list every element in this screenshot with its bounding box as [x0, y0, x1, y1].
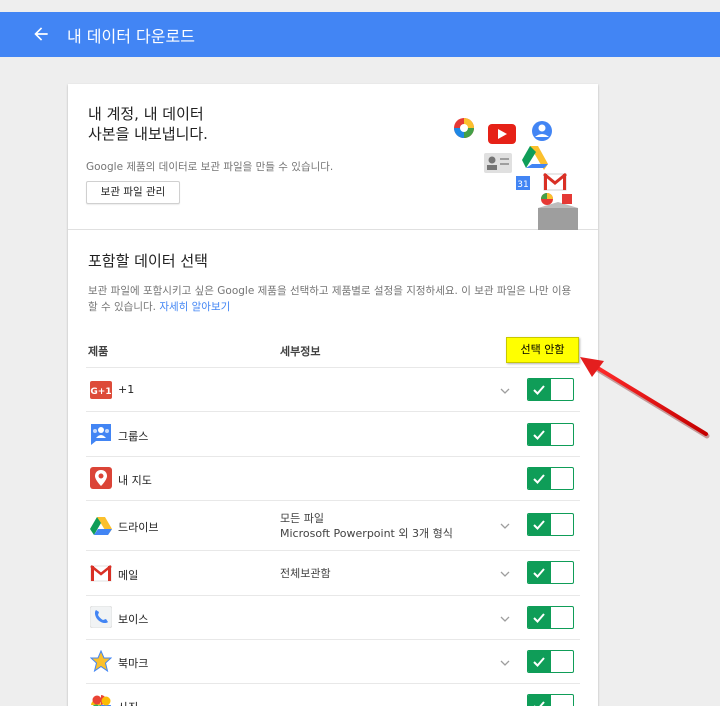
google-plus-icon: G+1: [90, 381, 112, 399]
product-detail: 전체보관함: [280, 567, 331, 580]
column-header-details: 세부정보: [280, 345, 321, 358]
include-toggle[interactable]: [527, 513, 574, 536]
product-row-drive: 드라이브 모든 파일 Microsoft Powerpoint 외 3개 형식: [86, 500, 580, 550]
arrow-back-icon[interactable]: [31, 24, 51, 44]
hero-description: Google 제품의 데이터로 보관 파일을 만들 수 있습니다.: [86, 161, 334, 173]
my-maps-icon: [90, 467, 112, 489]
include-toggle[interactable]: [527, 378, 574, 401]
product-detail-line2: Microsoft Powerpoint 외 3개 형식: [280, 527, 453, 540]
takeout-card: 내 계정, 내 데이터 사본을 내보냅니다. Google 제품의 데이터로 보…: [68, 84, 598, 706]
check-icon: [533, 520, 545, 530]
product-row-my-maps: 내 지도: [86, 456, 580, 500]
chevron-down-icon[interactable]: [500, 571, 510, 577]
include-toggle[interactable]: [527, 606, 574, 629]
svg-text:G+1: G+1: [90, 387, 111, 397]
product-row-plus-one: G+1 +1: [86, 367, 580, 411]
manage-archives-button[interactable]: 보관 파일 관리: [86, 181, 180, 204]
check-icon: [533, 657, 545, 667]
product-row-mail: 메일 전체보관함: [86, 550, 580, 595]
svg-text:31: 31: [517, 180, 528, 190]
google-products-illustration-icon: 31: [454, 118, 578, 230]
product-row-photos: 사진: [86, 683, 580, 706]
check-icon: [533, 385, 545, 395]
include-toggle[interactable]: [527, 561, 574, 584]
select-none-button[interactable]: 선택 안함: [506, 337, 579, 363]
product-name: 사진: [118, 699, 138, 706]
check-icon: [533, 430, 545, 440]
chevron-down-icon[interactable]: [500, 660, 510, 666]
product-name: 북마크: [118, 657, 149, 670]
include-toggle[interactable]: [527, 467, 574, 490]
drive-icon: [90, 517, 112, 535]
column-header-product: 제품: [88, 345, 109, 358]
groups-icon: [91, 424, 111, 445]
product-name: 드라이브: [118, 521, 159, 534]
hero-section: 내 계정, 내 데이터 사본을 내보냅니다. Google 제품의 데이터로 보…: [68, 84, 598, 230]
photos-pinwheel-icon: [91, 695, 111, 706]
section-description: 보관 파일에 포함시키고 싶은 Google 제품을 선택하고 제품별로 설정을…: [88, 283, 578, 315]
chevron-down-icon[interactable]: [500, 523, 510, 529]
bookmarks-star-icon: [90, 650, 112, 672]
chevron-down-icon[interactable]: [500, 616, 510, 622]
check-icon: [533, 613, 545, 623]
top-app-bar: 내 데이터 다운로드: [0, 12, 720, 57]
hero-title: 내 계정, 내 데이터 사본을 내보냅니다.: [88, 104, 208, 144]
annotation-arrow-icon: [580, 357, 710, 439]
section-title: 포함할 데이터 선택: [88, 252, 208, 270]
product-row-voice: 보이스: [86, 595, 580, 639]
include-toggle[interactable]: [527, 650, 574, 673]
voice-icon: [90, 606, 112, 628]
product-name: +1: [118, 383, 135, 396]
product-detail-line1: 모든 파일: [280, 512, 324, 525]
page-title: 내 데이터 다운로드: [67, 27, 195, 46]
gmail-icon: [90, 565, 112, 582]
product-detail: 모든 파일 Microsoft Powerpoint 외 3개 형식: [280, 511, 453, 541]
product-name: 그룹스: [118, 430, 149, 443]
product-row-bookmarks: 북마크: [86, 639, 580, 683]
include-toggle[interactable]: [527, 694, 574, 706]
check-icon: [534, 701, 545, 706]
product-name: 보이스: [118, 613, 149, 626]
hero-title-line1: 내 계정, 내 데이터: [88, 105, 204, 123]
check-icon: [533, 568, 545, 578]
hero-title-line2: 사본을 내보냅니다.: [88, 125, 208, 143]
product-name: 내 지도: [118, 474, 152, 487]
learn-more-link[interactable]: 자세히 알아보기: [159, 301, 230, 313]
check-icon: [533, 474, 545, 484]
product-name: 메일: [118, 569, 139, 582]
product-row-groups: 그룹스: [86, 411, 580, 456]
include-toggle[interactable]: [527, 423, 574, 446]
chevron-down-icon[interactable]: [500, 388, 510, 394]
